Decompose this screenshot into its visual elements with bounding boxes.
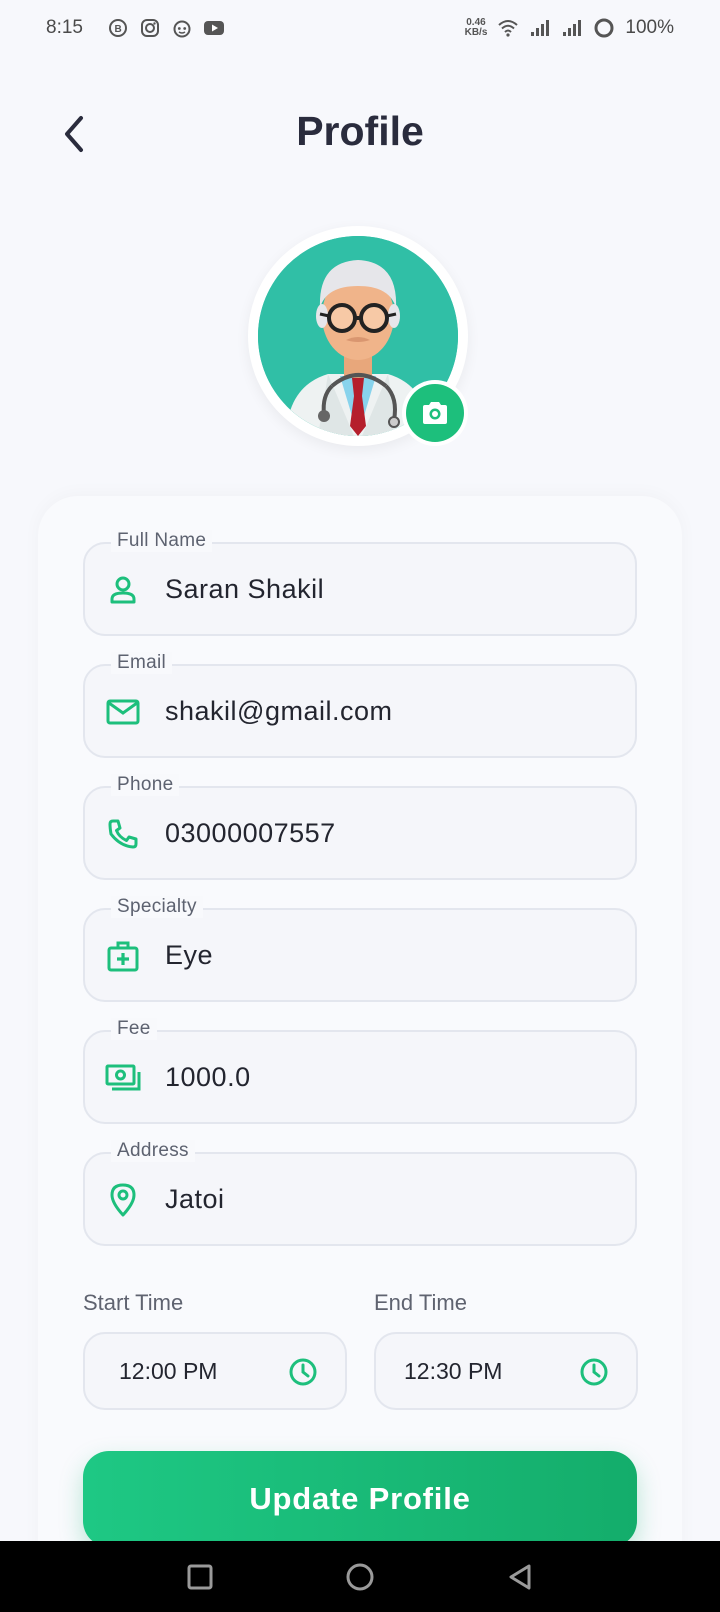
mail-icon: [105, 694, 141, 730]
signal-icon: [529, 17, 551, 39]
phone-input[interactable]: [165, 788, 615, 878]
b-chat-icon: B: [107, 17, 129, 39]
recent-apps-button[interactable]: [178, 1555, 222, 1599]
instagram-icon: [139, 17, 161, 39]
clock-icon: [580, 1358, 608, 1386]
specialty-input[interactable]: [165, 910, 615, 1000]
wifi-icon: [497, 17, 519, 39]
status-time: 8:15: [46, 17, 83, 38]
fee-label: Fee: [111, 1018, 157, 1040]
address-field[interactable]: Address: [83, 1140, 637, 1246]
battery-percent: 100%: [625, 17, 674, 38]
person-icon: [105, 572, 141, 608]
status-bar: 8:15 B 0.46 KB/s 100%: [0, 0, 720, 56]
update-profile-button[interactable]: Update Profile: [83, 1451, 637, 1547]
status-left: 8:15 B: [46, 17, 225, 39]
phone-field[interactable]: Phone: [83, 774, 637, 880]
recent-apps-icon: [187, 1564, 213, 1589]
change-photo-button[interactable]: [402, 380, 468, 446]
phone-icon: [105, 816, 141, 852]
start-time-picker[interactable]: 12:00 PM: [83, 1332, 347, 1410]
signal-icon: [561, 17, 583, 39]
money-icon: [105, 1060, 141, 1096]
system-nav-bar: [0, 1541, 720, 1612]
email-field[interactable]: Email: [83, 652, 637, 758]
start-time-value: 12:00 PM: [119, 1358, 218, 1384]
clock-icon: [289, 1358, 317, 1386]
end-time-label: End Time: [374, 1290, 467, 1315]
end-time-value: 12:30 PM: [404, 1358, 503, 1384]
full-name-input[interactable]: [165, 544, 615, 634]
start-time-label: Start Time: [83, 1290, 184, 1315]
youtube-icon: [203, 17, 225, 39]
camera-button-circle: [406, 384, 464, 442]
medical-bag-icon: [105, 938, 141, 974]
battery-icon: [593, 17, 615, 39]
full-name-field[interactable]: Full Name: [83, 530, 637, 636]
fee-input[interactable]: [165, 1032, 615, 1122]
address-input[interactable]: [165, 1154, 615, 1244]
net-speed: 0.46 KB/s: [465, 18, 488, 38]
svg-text:B: B: [114, 24, 121, 35]
back-icon: [509, 1564, 531, 1589]
end-time-picker[interactable]: 12:30 PM: [374, 1332, 638, 1410]
back-nav-button[interactable]: [498, 1555, 542, 1599]
camera-icon: [423, 402, 447, 424]
email-input[interactable]: [165, 666, 615, 756]
reddit-icon: [171, 17, 193, 39]
avatar-section: [248, 226, 468, 446]
fee-field[interactable]: Fee: [83, 1018, 637, 1124]
header: Profile: [0, 96, 720, 176]
location-pin-icon: [105, 1182, 141, 1218]
net-speed-unit: KB/s: [464, 27, 488, 38]
page-title: Profile: [296, 108, 424, 154]
home-button[interactable]: [338, 1555, 382, 1599]
specialty-field[interactable]: Specialty: [83, 896, 637, 1002]
home-icon: [346, 1563, 374, 1590]
status-right: 0.46 KB/s 100%: [465, 17, 674, 39]
email-label: Email: [111, 652, 173, 674]
